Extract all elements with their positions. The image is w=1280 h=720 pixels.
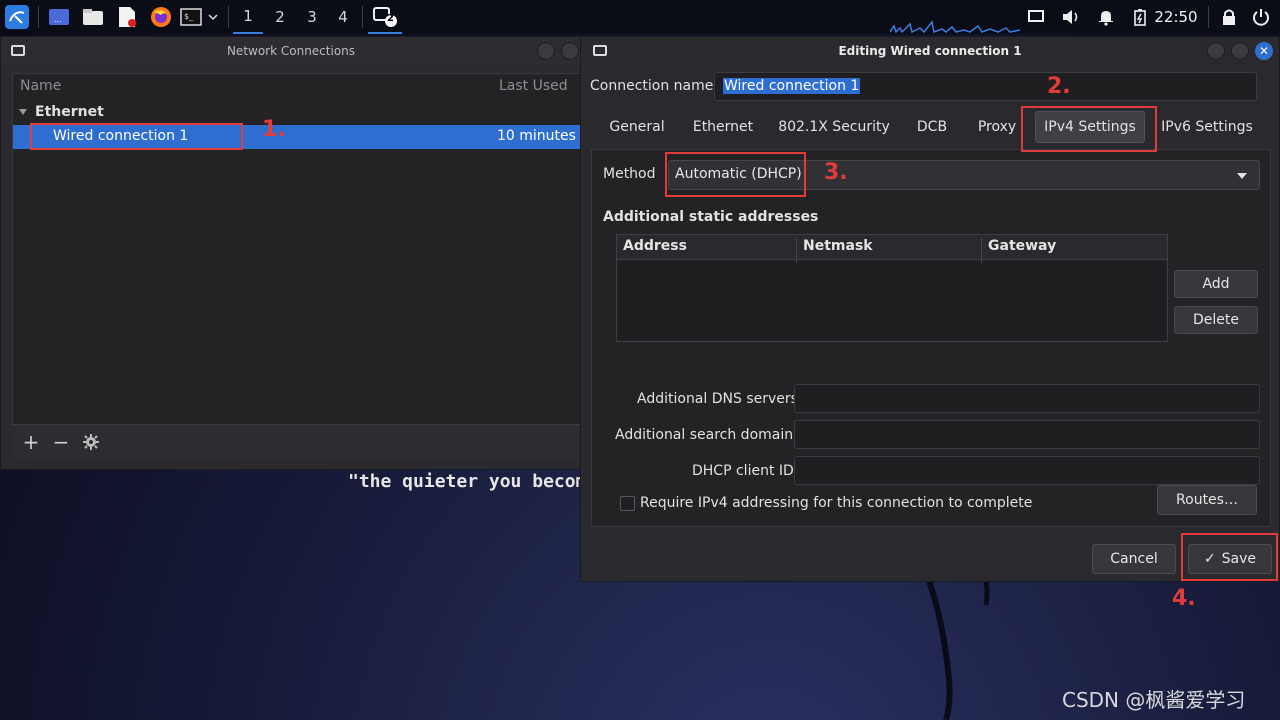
kali-menu-icon[interactable] [2,0,32,34]
cancel-button[interactable]: Cancel [1092,544,1176,574]
maximize-button[interactable] [561,42,579,60]
file-manager-icon[interactable] [80,0,106,34]
chevron-down-icon[interactable] [204,0,222,34]
search-domains-input[interactable] [794,420,1260,449]
workspace-2[interactable]: 2 [265,0,295,34]
group-ethernet[interactable]: Ethernet [19,104,104,120]
csdn-watermark: CSDN @枫酱爱学习 [1062,688,1246,712]
search-domains-label: Additional search domains [615,427,801,443]
delete-button[interactable]: Delete [1174,306,1258,334]
ipv4-settings-panel: Method Automatic (DHCP) Additional stati… [591,149,1271,527]
annotation-box-4 [1181,533,1278,581]
require-ipv4-label[interactable]: Require IPv4 addressing for this connect… [640,495,1032,511]
dns-servers-input[interactable] [794,384,1260,413]
maximize-button[interactable] [1231,42,1249,60]
svg-text:...: ... [54,15,62,24]
close-icon[interactable]: ✕ [1255,42,1273,60]
window-count-badge: 2 [387,13,394,24]
volume-icon[interactable] [1060,0,1082,34]
editing-connection-dialog: Editing Wired connection 1 ✕ Connection … [580,36,1280,582]
connection-last-used: 10 minutes a [497,128,589,144]
window-icon [593,45,607,56]
annotation-box-3 [665,152,806,197]
window-title: Network Connections [226,44,356,58]
desktop-quote: "the quieter you becom [348,471,587,492]
network-activity-graph [890,20,1020,34]
routes-button[interactable]: Routes… [1157,485,1257,515]
list-header: Name Last Used [13,74,582,100]
static-addresses-table[interactable]: Address Netmask Gateway [616,234,1168,342]
dns-servers-label: Additional DNS servers [637,391,798,407]
workspace-1[interactable]: 1 [233,0,263,34]
connection-name-input[interactable]: Wired connection 1 [714,72,1257,101]
dhcp-client-id-input[interactable] [794,456,1260,485]
add-button[interactable]: Add [1174,270,1258,298]
tab-general[interactable]: General [601,111,673,143]
add-icon[interactable]: + [18,430,44,454]
lock-icon[interactable] [1218,0,1240,34]
column-header-address[interactable]: Address [623,238,687,254]
workspace-3[interactable]: 3 [297,0,327,34]
network-connections-window: Network Connections Name Last Used Ether… [0,36,589,470]
group-label: Ethernet [35,104,104,120]
tab-ipv6-settings[interactable]: IPv6 Settings [1157,111,1257,143]
tab-ethernet[interactable]: Ethernet [686,111,760,143]
dialog-titlebar[interactable]: Editing Wired connection 1 ✕ [581,37,1279,65]
annotation-box-2 [1021,106,1157,152]
annotation-label-4: 4. [1172,586,1196,611]
clock[interactable]: 22:50 [1154,0,1198,34]
window-list-icon[interactable]: 2 [368,0,402,34]
dhcp-client-id-label: DHCP client ID [692,463,794,479]
desktop-dragon-logo [917,560,990,720]
settings-tabs: General Ethernet 802.1X Security DCB Pro… [591,107,1271,147]
annotation-label-2: 2. [1047,74,1071,99]
minimize-button[interactable] [537,42,555,60]
text-editor-icon[interactable] [114,0,140,34]
column-header-netmask[interactable]: Netmask [803,238,873,254]
minimize-button[interactable] [1207,42,1225,60]
settings-gear-icon[interactable] [78,430,104,454]
annotation-label-1: 1. [262,117,286,142]
window-icon [11,45,25,56]
workspace-4[interactable]: 4 [328,0,358,34]
column-header-gateway[interactable]: Gateway [988,238,1056,254]
remove-icon[interactable]: − [48,430,74,454]
tab-proxy[interactable]: Proxy [971,111,1023,143]
display-icon[interactable] [1025,0,1047,34]
tab-dcb[interactable]: DCB [909,111,955,143]
firefox-icon[interactable] [148,0,174,34]
method-label: Method [603,166,656,182]
expand-triangle-icon[interactable] [19,109,27,115]
power-icon[interactable] [1250,0,1272,34]
annotation-label-3: 3. [824,160,848,185]
static-addresses-heading: Additional static addresses [603,209,819,225]
svg-text:$_: $_ [184,12,194,21]
notification-bell-icon[interactable] [1095,0,1117,34]
annotation-box-1 [30,123,243,150]
battery-icon [1130,0,1150,34]
network-connections-titlebar[interactable]: Network Connections [1,37,581,65]
connection-name-label: Connection name [590,78,714,94]
dropdown-arrow-icon [1237,173,1247,179]
column-header-last-used[interactable]: Last Used [499,78,568,94]
terminal-icon[interactable]: $_ [178,0,204,34]
tab-8021x-security[interactable]: 802.1X Security [773,111,895,143]
connections-toolbar: + − [12,425,583,459]
connection-name-value: Wired connection 1 [723,78,861,94]
workspace-switcher-icon[interactable]: ... [46,0,72,34]
taskbar: ... $_ 1 2 3 4 2 22:50 [0,0,1280,34]
table-header: Address Netmask Gateway [617,235,1167,263]
column-header-name[interactable]: Name [20,78,61,94]
require-ipv4-checkbox[interactable] [620,496,635,511]
dialog-title: Editing Wired connection 1 [838,44,1022,58]
